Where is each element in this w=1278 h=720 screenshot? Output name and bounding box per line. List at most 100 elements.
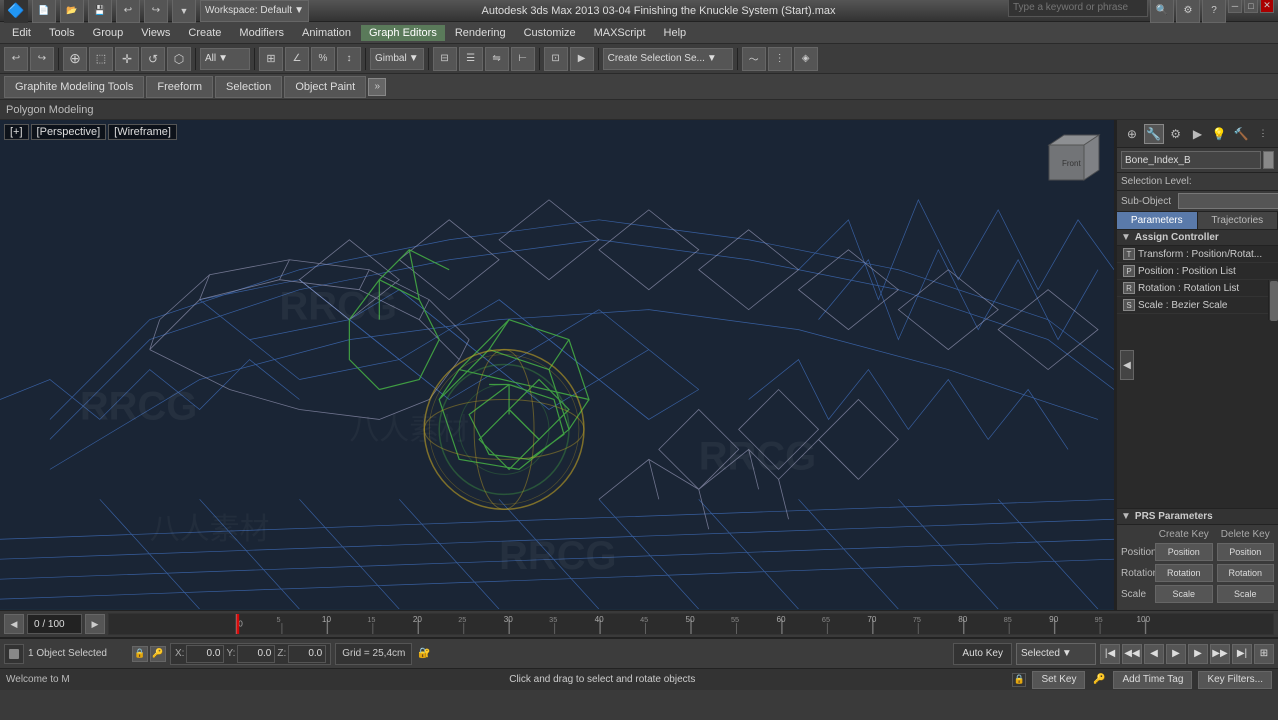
panel-utilities-tab[interactable]: 🔨 — [1231, 124, 1251, 144]
selection-set-dropdown[interactable]: Create Selection Se...▼ — [603, 48, 733, 70]
menu-item-group[interactable]: Group — [85, 25, 132, 41]
viewport-wireframe-btn[interactable]: [Wireframe] — [108, 124, 177, 140]
timeline-right-arrow[interactable]: ▶ — [85, 614, 105, 634]
settings-btn[interactable]: ⚙ — [1176, 0, 1200, 23]
ribbon-btn[interactable]: ☰ — [459, 47, 483, 71]
tab-parameters[interactable]: Parameters — [1117, 212, 1198, 229]
redo-btn[interactable]: ↪ — [144, 0, 168, 23]
snap-btn[interactable]: ⊞ — [259, 47, 283, 71]
prs-delete-rotation-btn[interactable]: Rotation — [1217, 564, 1275, 582]
help-btn[interactable]: ? — [1202, 0, 1226, 23]
prs-header[interactable]: ▼ PRS Parameters — [1117, 509, 1278, 525]
new-file-btn[interactable]: 📄 — [32, 0, 56, 23]
prev-key-btn[interactable]: ◀ — [1144, 644, 1164, 664]
object-color-swatch[interactable] — [1263, 151, 1274, 169]
snap-angle-btn[interactable]: ∠ — [285, 47, 309, 71]
panel-extra-btn[interactable]: ⋮ — [1253, 124, 1273, 144]
menu-item-help[interactable]: Help — [656, 25, 695, 41]
prs-create-scale-btn[interactable]: Scale — [1155, 585, 1213, 603]
controller-item-3[interactable]: S Scale : Bezier Scale — [1117, 297, 1278, 314]
menu-item-animation[interactable]: Animation — [294, 25, 359, 41]
search-btn[interactable]: 🔍 — [1150, 0, 1174, 23]
layer-btn[interactable]: ⊟ — [433, 47, 457, 71]
key-btn[interactable]: 🔑 — [150, 646, 166, 662]
graphite-tab-object-paint[interactable]: Object Paint — [284, 76, 366, 98]
mirror-btn[interactable]: ⇋ — [485, 47, 509, 71]
menu-item-edit[interactable]: Edit — [4, 25, 39, 41]
panel-hierarchy-tab[interactable]: ⚙ — [1166, 124, 1186, 144]
sub-object-input[interactable] — [1178, 193, 1278, 209]
prs-create-position-btn[interactable]: Position — [1155, 543, 1213, 561]
graphite-tab-freeform[interactable]: Freeform — [146, 76, 213, 98]
close-btn[interactable]: ✕ — [1260, 0, 1274, 13]
key-filters-btn[interactable]: Key Filters... — [1198, 671, 1272, 689]
transform-dropdown[interactable]: Gimbal▼ — [370, 48, 424, 70]
menu-item-maxscript[interactable]: MAXScript — [586, 25, 654, 41]
auto-key-btn[interactable]: Auto Key — [953, 643, 1012, 665]
render-frame-btn[interactable]: ▶ — [570, 47, 594, 71]
controller-item-1[interactable]: P Position : Position List — [1117, 263, 1278, 280]
next-key-btn[interactable]: ▶ — [1188, 644, 1208, 664]
menu-item-tools[interactable]: Tools — [41, 25, 83, 41]
panel-motion-tab[interactable]: ▶ — [1187, 124, 1207, 144]
open-file-btn[interactable]: 📂 — [60, 0, 84, 23]
material-editor-btn[interactable]: ◈ — [794, 47, 818, 71]
search-input[interactable] — [1008, 0, 1148, 17]
menu-item-rendering[interactable]: Rendering — [447, 25, 514, 41]
go-end-btn[interactable]: ▶| — [1232, 644, 1252, 664]
filter-dropdown[interactable]: All▼ — [200, 48, 250, 70]
selected-dropdown[interactable]: Selected ▼ — [1016, 643, 1096, 665]
controller-item-2[interactable]: R Rotation : Rotation List — [1117, 280, 1278, 297]
prs-delete-position-btn[interactable]: Position — [1217, 543, 1275, 561]
tab-trajectories[interactable]: Trajectories — [1198, 212, 1278, 229]
timeline-ruler[interactable]: 0 5 10 15 20 25 30 35 40 45 50 55 60 — [108, 613, 1274, 635]
panel-display-tab[interactable]: 💡 — [1209, 124, 1229, 144]
prs-create-rotation-btn[interactable]: Rotation — [1155, 564, 1213, 582]
viewport[interactable]: [+] [Perspective] [Wireframe] — [0, 120, 1116, 610]
render-settings-btn[interactable]: ⊡ — [544, 47, 568, 71]
viewport-expand-btn[interactable]: ◀ — [1120, 350, 1134, 380]
panel-create-tab[interactable]: ⊕ — [1122, 124, 1142, 144]
menu-item-views[interactable]: Views — [133, 25, 178, 41]
graphite-tab-selection[interactable]: Selection — [215, 76, 282, 98]
maximize-btn[interactable]: □ — [1244, 0, 1258, 13]
panel-scrollbar[interactable] — [1268, 280, 1278, 320]
viewport-plus-btn[interactable]: [+] — [4, 124, 29, 140]
y-coord-input[interactable] — [237, 645, 275, 663]
menu-item-create[interactable]: Create — [180, 25, 229, 41]
controller-item-0[interactable]: T Transform : Position/Rotat... — [1117, 246, 1278, 263]
toolbar2-expand-btn[interactable]: » — [368, 78, 386, 96]
snap-spinner-btn[interactable]: ↕ — [337, 47, 361, 71]
menu-item-customize[interactable]: Customize — [516, 25, 584, 41]
minimize-btn[interactable]: ─ — [1228, 0, 1242, 13]
undo-btn[interactable]: ↩ — [116, 0, 140, 23]
timeline-left-arrow[interactable]: ◀ — [4, 614, 24, 634]
key-mode-btn[interactable]: ⊞ — [1254, 644, 1274, 664]
prev-frame-btn[interactable]: ◀◀ — [1122, 644, 1142, 664]
snap-percent-btn[interactable]: % — [311, 47, 335, 71]
menu-item-modifiers[interactable]: Modifiers — [231, 25, 292, 41]
file-menu-btn[interactable]: ▼ — [172, 0, 196, 23]
add-time-tag-btn[interactable]: Add Time Tag — [1113, 671, 1192, 689]
schematic-view-btn[interactable]: ⋮ — [768, 47, 792, 71]
save-file-btn[interactable]: 💾 — [88, 0, 112, 23]
object-name-input[interactable]: Bone_Index_B — [1121, 151, 1261, 169]
play-btn[interactable]: ▶ — [1166, 644, 1186, 664]
scale-btn[interactable]: ⬡ — [167, 47, 191, 71]
x-coord-input[interactable] — [186, 645, 224, 663]
rotate-btn[interactable]: ↺ — [141, 47, 165, 71]
menu-item-graph-editors[interactable]: Graph Editors — [361, 25, 445, 41]
viewport-cube[interactable]: Front — [1044, 130, 1104, 190]
panel-modify-tab[interactable]: 🔧 — [1144, 124, 1164, 144]
viewport-perspective-btn[interactable]: [Perspective] — [31, 124, 107, 140]
next-frame-btn[interactable]: ▶▶ — [1210, 644, 1230, 664]
curve-editor-btn[interactable]: 〜 — [742, 47, 766, 71]
lock-btn[interactable]: 🔒 — [132, 646, 148, 662]
workspace-dropdown[interactable]: Workspace: Default ▼ — [200, 0, 309, 22]
assign-controller-header[interactable]: ▼ Assign Controller — [1117, 230, 1278, 246]
z-coord-input[interactable] — [288, 645, 326, 663]
set-key-btn[interactable]: Set Key — [1032, 671, 1085, 689]
graphite-tab-graphite[interactable]: Graphite Modeling Tools — [4, 76, 144, 98]
go-start-btn[interactable]: |◀ — [1100, 644, 1120, 664]
prs-delete-scale-btn[interactable]: Scale — [1217, 585, 1275, 603]
